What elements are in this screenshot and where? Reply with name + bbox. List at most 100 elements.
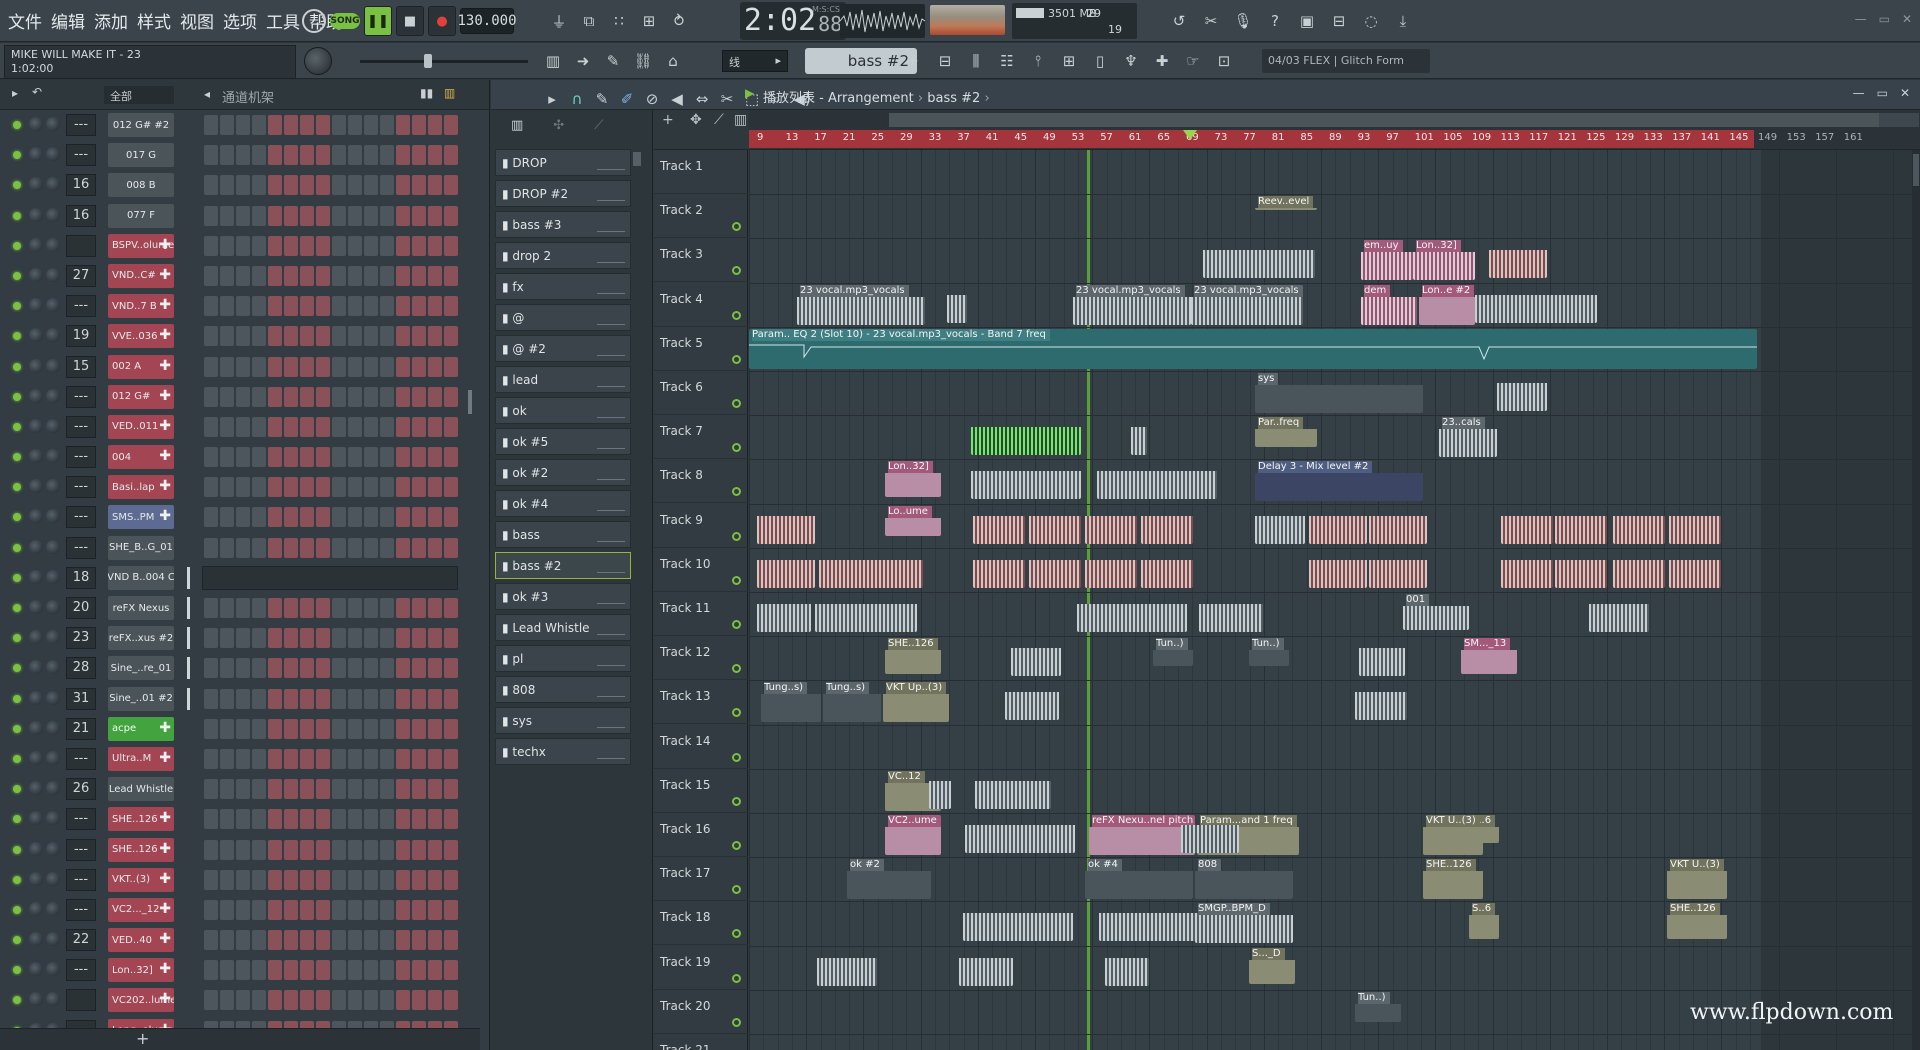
- step-button[interactable]: [220, 990, 234, 1011]
- playlist-clip[interactable]: ok #2: [847, 859, 931, 900]
- channel-name-button[interactable]: VED..011 ✚: [108, 414, 174, 439]
- step-button[interactable]: [220, 809, 234, 830]
- playlist-clip[interactable]: [1589, 596, 1649, 632]
- step-button[interactable]: [364, 386, 378, 407]
- step-button[interactable]: [444, 447, 458, 468]
- step-button[interactable]: [348, 779, 362, 800]
- playlist-clip[interactable]: 808: [1195, 859, 1293, 900]
- expand-icon[interactable]: ✚: [159, 478, 171, 494]
- step-button[interactable]: [332, 326, 346, 347]
- playlist-clip[interactable]: [1011, 640, 1061, 677]
- step-button[interactable]: [332, 205, 346, 226]
- playlist-clip[interactable]: Tun..): [1355, 991, 1401, 1022]
- step-button[interactable]: [444, 718, 458, 739]
- channel-name-button[interactable]: reFX Nexus: [108, 596, 174, 620]
- step-button[interactable]: [252, 628, 266, 649]
- step-button[interactable]: [268, 507, 282, 528]
- mixer-track-number[interactable]: 15: [66, 355, 96, 378]
- channel-row[interactable]: --- SHE_B..G_01: [0, 533, 480, 563]
- step-button[interactable]: [220, 960, 234, 981]
- step-button[interactable]: [396, 899, 410, 920]
- playlist-clip[interactable]: Lon..32]: [1413, 240, 1475, 281]
- step-button[interactable]: [412, 205, 426, 226]
- pan-knob[interactable]: [29, 932, 43, 947]
- step-button[interactable]: [316, 205, 330, 226]
- step-button[interactable]: [444, 658, 458, 679]
- step-button[interactable]: [396, 779, 410, 800]
- channel-name-button[interactable]: acpe ✚: [108, 716, 174, 741]
- pattern-item[interactable]: ▮ lead: [495, 364, 631, 395]
- pattern-box[interactable]: ▮ ok: [495, 397, 631, 424]
- step-button[interactable]: [252, 326, 266, 347]
- step-button[interactable]: [220, 537, 234, 558]
- step-button[interactable]: [364, 990, 378, 1011]
- step-button[interactable]: [396, 960, 410, 981]
- step-button[interactable]: [220, 296, 234, 317]
- channel-row[interactable]: --- 012 G# ✚: [0, 382, 480, 412]
- selection-bar[interactable]: [187, 597, 190, 619]
- step-button[interactable]: [300, 296, 314, 317]
- step-button[interactable]: [300, 598, 314, 618]
- step-button[interactable]: [284, 598, 298, 618]
- expand-icon[interactable]: ✚: [159, 297, 171, 313]
- expand-icon[interactable]: ✚: [159, 961, 171, 977]
- step-button[interactable]: [428, 990, 442, 1011]
- step-button[interactable]: [268, 930, 282, 951]
- pattern-box[interactable]: ▮ DROP #2: [495, 180, 631, 207]
- step-button[interactable]: [396, 598, 410, 618]
- step-button[interactable]: [332, 930, 346, 951]
- volume-knob[interactable]: [46, 418, 60, 433]
- step-button[interactable]: [412, 507, 426, 528]
- step-button[interactable]: [396, 477, 410, 498]
- playlist-clip[interactable]: [973, 552, 1025, 588]
- step-button[interactable]: [412, 718, 426, 739]
- step-button[interactable]: [444, 265, 458, 286]
- playlist-clip[interactable]: VC2..ume: [885, 815, 941, 855]
- pan-knob[interactable]: [29, 600, 43, 614]
- pattern-item[interactable]: ▮ DROP #2: [495, 178, 631, 209]
- delete-icon[interactable]: ⊘: [641, 86, 663, 112]
- channel-row[interactable]: --- VC2..._12 ✚: [0, 895, 480, 925]
- pattern-item[interactable]: ▮ bass #2: [495, 550, 631, 581]
- pattern-box[interactable]: ▮ ok #4: [495, 490, 631, 517]
- channel-row[interactable]: --- Ultra..M ✚: [0, 744, 480, 774]
- channel-filter[interactable]: 全部: [104, 86, 174, 104]
- step-button[interactable]: [284, 477, 298, 498]
- step-button[interactable]: [300, 175, 314, 196]
- playlist-clip[interactable]: [1555, 508, 1607, 544]
- pan-knob[interactable]: [29, 418, 43, 433]
- playlist-clip[interactable]: SMGP..BPM_D: [1195, 903, 1293, 944]
- record-button[interactable]: ●: [428, 6, 456, 36]
- step-button[interactable]: [220, 115, 234, 135]
- channel-name-button[interactable]: Basi..lap ✚: [108, 475, 174, 500]
- draw-icon[interactable]: ✎: [591, 86, 613, 112]
- close-icon[interactable]: ✕: [1902, 12, 1912, 26]
- step-button[interactable]: [348, 960, 362, 981]
- channel-row[interactable]: --- SMS..PM ✚: [0, 502, 480, 532]
- step-button[interactable]: [316, 386, 330, 407]
- step-button[interactable]: [428, 175, 442, 196]
- step-button[interactable]: [220, 356, 234, 377]
- step-button[interactable]: [204, 507, 218, 528]
- file-icon[interactable]: ▯: [1087, 48, 1113, 74]
- step-button[interactable]: [412, 235, 426, 256]
- step-button[interactable]: [444, 356, 458, 377]
- expand-icon[interactable]: ✚: [159, 508, 171, 524]
- channel-name-button[interactable]: Ultra..M ✚: [108, 746, 174, 771]
- track-header[interactable]: Track 13: [654, 680, 748, 725]
- volume-knob[interactable]: [46, 388, 60, 403]
- step-button[interactable]: [444, 930, 458, 951]
- pattern-box[interactable]: ▮ @ #2: [495, 335, 631, 362]
- step-button[interactable]: [268, 115, 282, 135]
- step-button[interactable]: [220, 326, 234, 347]
- step-button[interactable]: [204, 537, 218, 558]
- overview-window[interactable]: [889, 113, 1879, 127]
- step-button[interactable]: [236, 537, 250, 558]
- mixer-track-number[interactable]: [66, 989, 96, 1012]
- step-button[interactable]: [316, 658, 330, 679]
- playlist-clip[interactable]: reFX Nexu..nel pitch: [1089, 815, 1195, 855]
- step-button[interactable]: [348, 265, 362, 286]
- step-button[interactable]: [396, 537, 410, 558]
- track-mute-led[interactable]: [732, 310, 741, 320]
- countdown-icon[interactable]: ∷: [606, 8, 632, 34]
